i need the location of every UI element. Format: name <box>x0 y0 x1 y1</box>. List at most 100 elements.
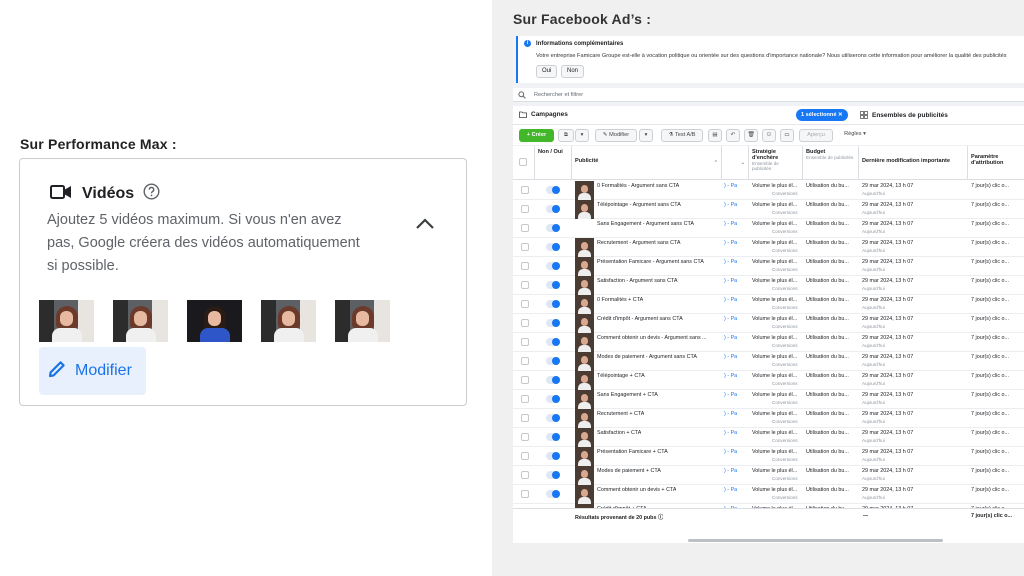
row-toggle[interactable] <box>546 490 560 498</box>
row-toggle[interactable] <box>546 281 560 289</box>
ad-name[interactable]: 0 Formalités - Argument sans CTA <box>597 183 679 189</box>
row-checkbox[interactable] <box>521 262 529 270</box>
row-toggle[interactable] <box>546 433 560 441</box>
row-link[interactable]: ) - Pa <box>724 297 737 303</box>
selected-count-pill[interactable]: 1 sélectionné ✕ <box>796 109 848 121</box>
row-checkbox[interactable] <box>521 338 529 346</box>
video-thumbnail[interactable] <box>335 300 390 342</box>
yes-button[interactable]: Oui <box>536 65 558 78</box>
header-onoff[interactable]: Non / Oui <box>535 146 572 180</box>
tab-campaigns[interactable]: Campagnes <box>519 111 568 118</box>
table-row[interactable]: 0 Formalités - Argument sans CTA) - Pa Vo… <box>513 181 1024 200</box>
row-checkbox[interactable] <box>521 376 529 384</box>
ad-name[interactable]: Comment obtenir un devis + CTA <box>597 487 676 493</box>
chat-icon[interactable]: ▭ <box>780 129 794 142</box>
preview-button[interactable]: Aperçu <box>799 129 833 142</box>
header-last-change[interactable]: Dernière modification importante <box>859 146 968 180</box>
row-toggle[interactable] <box>546 224 560 232</box>
row-checkbox[interactable] <box>521 414 529 422</box>
table-row[interactable]: 0 Formalités + CTA) - Pa Volume le plus é… <box>513 295 1024 314</box>
table-row[interactable]: Satisfaction - Argument sans CTA) - Pa Vo… <box>513 276 1024 295</box>
row-checkbox[interactable] <box>521 205 529 213</box>
table-row[interactable]: Modes de paiement + CTA) - Pa Volume le p… <box>513 466 1024 485</box>
trash-icon[interactable]: 🗑 <box>744 129 758 142</box>
ad-name[interactable]: Présentation Famicare + CTA <box>597 449 668 455</box>
row-toggle[interactable] <box>546 319 560 327</box>
ad-name[interactable]: Recrutement + CTA <box>597 411 644 417</box>
table-row[interactable]: Télépointage - Argument sans CTA) - Pa Vo… <box>513 200 1024 219</box>
row-link[interactable]: ) - Pa <box>724 240 737 246</box>
video-thumbnail[interactable] <box>261 300 316 342</box>
row-toggle[interactable] <box>546 414 560 422</box>
table-row[interactable]: Modes de paiement - Argument sans CTA ) -… <box>513 352 1024 371</box>
header-sort-spacer[interactable]: ⌄ <box>722 146 749 180</box>
edit-button[interactable]: ✎ Modifier <box>595 129 637 142</box>
row-toggle[interactable] <box>546 205 560 213</box>
table-row[interactable]: Sans Engagement + CTA) - Pa Volume le plu… <box>513 390 1024 409</box>
table-row[interactable]: Satisfaction + CTA) - Pa Volume le plus é… <box>513 428 1024 447</box>
video-thumbnail[interactable] <box>187 300 242 342</box>
table-row[interactable]: Télépointage + CTA) - Pa Volume le plus é… <box>513 371 1024 390</box>
ad-name[interactable]: Satisfaction + CTA <box>597 430 641 436</box>
ad-name[interactable]: Recrutement - Argument sans CTA <box>597 240 681 246</box>
row-toggle[interactable] <box>546 262 560 270</box>
row-link[interactable]: ) - Pa <box>724 468 737 474</box>
ad-name[interactable]: 0 Formalités + CTA <box>597 297 643 303</box>
row-checkbox[interactable] <box>521 357 529 365</box>
ad-name[interactable]: Comment obtenir un devis - Argument sans… <box>597 335 707 341</box>
table-row[interactable]: Présentation Famicare + CTA) - Pa Volume … <box>513 447 1024 466</box>
row-link[interactable]: ) - Pa <box>724 221 737 227</box>
row-link[interactable]: ) - Pa <box>724 430 737 436</box>
tab-adsets[interactable]: Ensembles de publicités <box>860 111 948 119</box>
row-toggle[interactable] <box>546 452 560 460</box>
row-link[interactable]: ) - Pa <box>724 259 737 265</box>
row-checkbox[interactable] <box>521 490 529 498</box>
table-row[interactable]: Crédit d'impôt - Argument sans CTA ) - Pa… <box>513 314 1024 333</box>
row-checkbox[interactable] <box>521 319 529 327</box>
table-row[interactable]: Présentation Famicare - Argument sans CT… <box>513 257 1024 276</box>
ad-name[interactable]: Crédit d'impôt - Argument sans CTA <box>597 316 683 322</box>
table-row[interactable]: Recrutement + CTA) - Pa Volume le plus él… <box>513 409 1024 428</box>
row-link[interactable]: ) - Pa <box>724 202 737 208</box>
row-checkbox[interactable] <box>521 300 529 308</box>
row-link[interactable]: ) - Pa <box>724 316 737 322</box>
ad-name[interactable]: Télépointage - Argument sans CTA <box>597 202 681 208</box>
audience-icon[interactable]: ⚇ <box>762 129 776 142</box>
row-checkbox[interactable] <box>521 433 529 441</box>
table-row[interactable]: Comment obtenir un devis - Argument sans… <box>513 333 1024 352</box>
table-row[interactable]: Comment obtenir un devis + CTA) - Pa Volu… <box>513 485 1024 504</box>
clipboard-icon[interactable]: ▤ <box>708 129 722 142</box>
ad-name[interactable]: Modes de paiement - Argument sans CTA <box>597 354 697 360</box>
help-icon[interactable] <box>143 183 160 205</box>
ad-name[interactable]: Présentation Famicare - Argument sans CT… <box>597 259 704 265</box>
search-bar[interactable]: Rechercher et filtrer <box>513 88 1024 102</box>
chevron-down-icon[interactable]: ▾ <box>575 129 589 142</box>
row-link[interactable]: ) - Pa <box>724 392 737 398</box>
header-attribution[interactable]: Paramètre d'attribution <box>968 146 1024 180</box>
row-toggle[interactable] <box>546 471 560 479</box>
ad-name[interactable]: Télépointage + CTA <box>597 373 645 379</box>
row-link[interactable]: ) - Pa <box>724 373 737 379</box>
row-checkbox[interactable] <box>521 224 529 232</box>
ad-name[interactable]: Sans Engagement + CTA <box>597 392 658 398</box>
row-toggle[interactable] <box>546 186 560 194</box>
table-row[interactable]: Recrutement - Argument sans CTA) - Pa Vol… <box>513 238 1024 257</box>
row-link[interactable]: ) - Pa <box>724 183 737 189</box>
row-toggle[interactable] <box>546 300 560 308</box>
search-input[interactable]: Rechercher et filtrer <box>534 92 583 98</box>
chevron-down-icon[interactable]: ▾ <box>639 129 653 142</box>
table-row[interactable]: Sans Engagement - Argument sans CTA) - P… <box>513 219 1024 238</box>
horizontal-scrollbar[interactable] <box>688 539 943 542</box>
header-budget[interactable]: Budget Ensemble de publicités <box>803 146 859 180</box>
row-link[interactable]: ) - Pa <box>724 278 737 284</box>
row-link[interactable]: ) - Pa <box>724 354 737 360</box>
rules-button[interactable]: Règles ▾ <box>837 129 873 142</box>
row-toggle[interactable] <box>546 376 560 384</box>
header-ad[interactable]: Publicité ⌃ <box>572 146 722 180</box>
row-checkbox[interactable] <box>521 395 529 403</box>
edit-videos-button[interactable]: Modifier <box>39 347 146 395</box>
create-button[interactable]: + Créer <box>519 129 554 142</box>
row-toggle[interactable] <box>546 338 560 346</box>
row-checkbox[interactable] <box>521 243 529 251</box>
chevron-up-icon[interactable] <box>415 217 435 235</box>
